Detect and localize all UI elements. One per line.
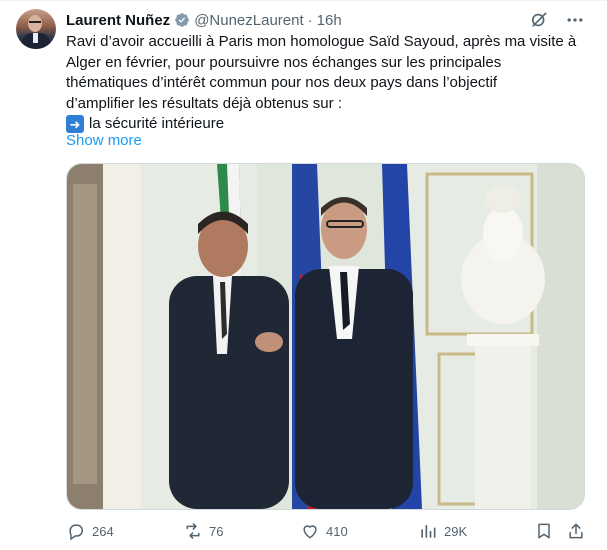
tweet-text: Ravi d’avoir accueilli à Paris mon homol… xyxy=(66,32,591,135)
repost-count: 76 xyxy=(209,523,224,539)
tweet-photo[interactable] xyxy=(66,163,585,510)
avatar-shirt xyxy=(33,33,38,43)
separator-dot: · xyxy=(307,11,313,29)
bookmark-button[interactable] xyxy=(534,519,560,543)
more-icon[interactable] xyxy=(565,10,585,30)
tweet-actions: 264 76 410 29K xyxy=(66,519,591,543)
avatar[interactable] xyxy=(16,9,56,49)
bookmark-icon xyxy=(538,523,550,539)
avatar-glasses xyxy=(29,21,41,26)
tweet-text-line: Alger en février, pour poursuivre nos éc… xyxy=(66,53,502,71)
like-count: 410 xyxy=(326,523,348,539)
tweet-text-line: thématiques d’intérêt commun pour nos de… xyxy=(66,74,498,91)
right-arrow-icon: ➜ xyxy=(66,115,84,134)
tweet-header: Laurent Nuñez @NunezLaurent · 16h xyxy=(66,10,342,30)
share-button[interactable] xyxy=(566,519,592,543)
views-count: 29K xyxy=(444,523,468,539)
bullet-line: ➜ la sécurité intérieure xyxy=(66,114,591,135)
share-icon xyxy=(569,523,583,539)
like-icon xyxy=(303,525,317,539)
show-more-link[interactable]: Show more xyxy=(66,132,142,149)
repost-button[interactable]: 76 xyxy=(183,519,223,543)
views-icon xyxy=(421,525,436,538)
like-button[interactable]: 410 xyxy=(300,519,348,543)
author-handle[interactable]: @NunezLaurent xyxy=(194,12,303,29)
top-right-icons xyxy=(529,10,585,30)
repost-icon xyxy=(186,523,200,539)
tweet[interactable]: Laurent Nuñez @NunezLaurent · 16h Ravi d… xyxy=(0,0,607,550)
reply-count: 264 xyxy=(92,523,114,539)
reply-button[interactable]: 264 xyxy=(66,519,114,543)
grok-icon[interactable] xyxy=(529,10,549,30)
tweet-text-line: d’amplifier les résultats déjà obtenus s… xyxy=(66,94,342,112)
tweet-time[interactable]: 16h xyxy=(317,12,342,29)
views-button[interactable]: 29K xyxy=(418,519,467,543)
photo-scene xyxy=(67,164,584,509)
reply-icon xyxy=(69,524,84,541)
author-name[interactable]: Laurent Nuñez xyxy=(66,12,170,29)
tweet-text-line: Ravi d’avoir accueilli à Paris mon homol… xyxy=(66,33,577,50)
verified-badge-icon[interactable] xyxy=(174,12,190,28)
